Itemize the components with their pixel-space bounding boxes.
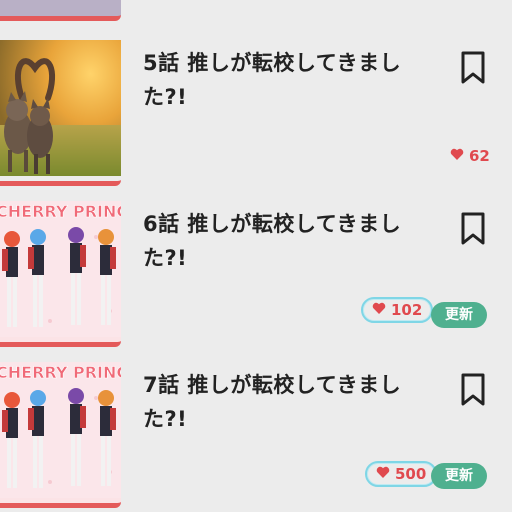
episode-thumbnail[interactable] [0, 40, 121, 186]
episode-row-5[interactable]: 5話 推しが転校してきました?! 62 [0, 40, 512, 201]
cats-image [0, 40, 121, 176]
heart-icon [376, 465, 390, 483]
previous-episode-thumbnail[interactable] [0, 0, 121, 21]
like-count: 102 [361, 297, 434, 323]
episode-title[interactable]: 7話 推しが転校してきました?! [143, 368, 408, 436]
like-count-value: 62 [469, 147, 490, 165]
like-count: 500 [365, 461, 438, 487]
episode-title[interactable]: 5話 推しが転校してきました?! [143, 46, 408, 114]
episode-row-7[interactable]: CHERRY PRINC 7話 推しが転校してきました?! 500 更新 [0, 362, 512, 512]
bookmark-icon[interactable] [458, 211, 488, 247]
idols-image: CHERRY PRINC [0, 201, 121, 337]
bookmark-icon[interactable] [458, 50, 488, 86]
like-count-value: 102 [391, 301, 423, 319]
thumbnail-logo-text: CHERRY PRINC [0, 363, 121, 382]
episode-row-6[interactable]: CHERRY PRINC 6話 推しが転校してきました?! 102 更新 [0, 201, 512, 362]
episode-title[interactable]: 6話 推しが転校してきました?! [143, 207, 408, 275]
like-count-value: 500 [395, 465, 427, 483]
update-badge: 更新 [431, 463, 487, 489]
update-badge: 更新 [431, 302, 487, 328]
episode-list: 5話 推しが転校してきました?! 62 CHERRY PRINC 6話 推しが転… [0, 0, 512, 512]
episode-thumbnail[interactable]: CHERRY PRINC [0, 362, 121, 508]
idols-image: CHERRY PRINC [0, 362, 121, 498]
thumbnail-logo-text: CHERRY PRINC [0, 202, 121, 221]
like-count: 62 [450, 147, 490, 165]
heart-icon [372, 301, 386, 319]
heart-icon [450, 147, 464, 165]
bookmark-icon[interactable] [458, 372, 488, 408]
episode-thumbnail[interactable]: CHERRY PRINC [0, 201, 121, 347]
